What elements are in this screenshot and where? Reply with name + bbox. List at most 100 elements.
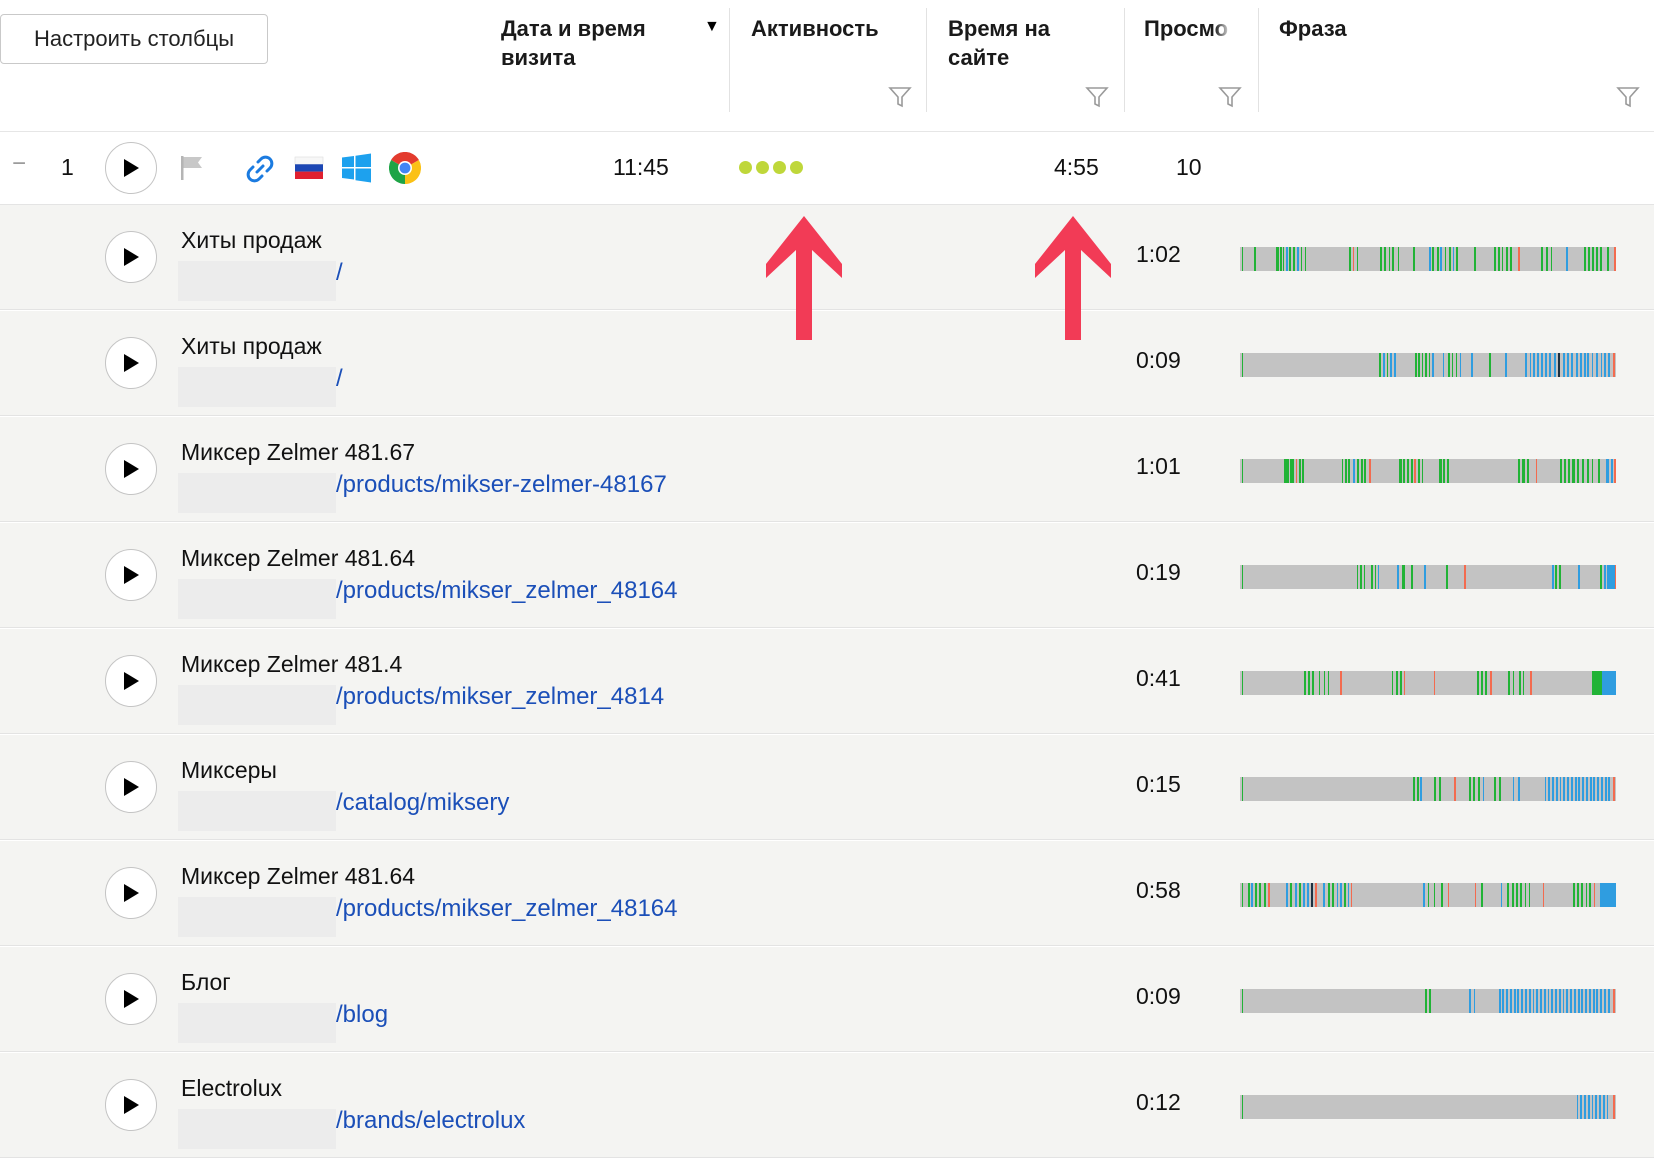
timeline-segment <box>1574 777 1577 801</box>
page-url-link[interactable]: /products/mikser_zelmer_4814 <box>336 683 664 711</box>
play-button[interactable] <box>105 337 157 389</box>
timeline-segment <box>1579 353 1582 377</box>
activity-timeline[interactable] <box>1240 989 1616 1013</box>
timeline-segment <box>1423 565 1426 589</box>
page-title: Хиты продаж <box>181 227 322 253</box>
column-header-activity[interactable]: Активность <box>751 14 921 43</box>
sort-desc-icon[interactable]: ▼ <box>704 18 720 36</box>
hidden-domain-mask <box>178 367 336 407</box>
timeline-segment <box>1603 565 1606 589</box>
play-button[interactable] <box>105 761 157 813</box>
timeline-segment <box>1490 671 1493 695</box>
page-row[interactable]: Миксер Zelmer 481.64/products/mikser_zel… <box>0 523 1654 628</box>
page-row[interactable]: Миксер Zelmer 481.4/products/mikser_zelm… <box>0 629 1654 734</box>
timeline-segment <box>1543 989 1546 1013</box>
play-button[interactable] <box>105 1079 157 1131</box>
page-url-link[interactable]: /products/mikser_zelmer_48164 <box>336 577 678 605</box>
timeline-segment <box>1480 883 1483 907</box>
timeline-segment <box>1551 989 1554 1013</box>
timeline-segment <box>1572 459 1575 483</box>
play-button[interactable] <box>105 655 157 707</box>
timeline-segment <box>1476 671 1480 695</box>
filter-icon[interactable] <box>1085 85 1109 109</box>
timeline-segment <box>1545 247 1548 271</box>
timeline-segment <box>1529 353 1532 377</box>
filter-icon[interactable] <box>1616 85 1640 109</box>
timeline-segment <box>1581 989 1584 1013</box>
timeline-segment <box>1570 989 1572 1013</box>
timeline-segment <box>1468 777 1471 801</box>
play-button[interactable] <box>105 867 157 919</box>
activity-timeline[interactable] <box>1240 777 1616 801</box>
filter-icon[interactable] <box>1218 85 1242 109</box>
play-button[interactable] <box>105 443 157 495</box>
page-row[interactable]: Electrolux/brands/electrolux 0:12 <box>0 1053 1654 1158</box>
play-icon <box>124 159 139 177</box>
activity-timeline[interactable] <box>1240 671 1616 695</box>
timeline-segment <box>1498 989 1501 1013</box>
page-row[interactable]: Миксер Zelmer 481.67/products/mikser-zel… <box>0 417 1654 522</box>
timeline-segment <box>1440 247 1443 271</box>
timeline-segment <box>1498 777 1501 801</box>
timeline-segment <box>1525 353 1528 377</box>
configure-columns-button[interactable]: Настроить столбцы <box>0 14 268 64</box>
timeline-segment <box>1513 989 1516 1013</box>
timeline-segment <box>1427 883 1430 907</box>
column-header-time-on-site[interactable]: Время на сайте <box>948 14 1098 72</box>
timeline-segment <box>1241 459 1244 483</box>
column-header-datetime[interactable]: Дата и время визита <box>501 14 681 72</box>
timeline-segment <box>1356 247 1359 271</box>
page-url-link[interactable]: /blog <box>336 1001 388 1029</box>
timeline-segment <box>1322 883 1325 907</box>
page-title: Миксер Zelmer 481.64 <box>181 545 416 571</box>
timeline-segment <box>1473 989 1476 1013</box>
timeline-segment <box>1414 353 1417 377</box>
filter-icon[interactable] <box>888 85 912 109</box>
page-url-link[interactable]: / <box>336 365 343 393</box>
timeline-segment <box>1456 247 1458 271</box>
play-icon <box>124 354 139 372</box>
page-url-link[interactable]: /brands/electrolux <box>336 1107 525 1135</box>
play-button[interactable] <box>105 142 157 194</box>
timeline-segment <box>1425 989 1428 1013</box>
activity-timeline[interactable] <box>1240 883 1616 907</box>
page-row[interactable]: Миксеры/catalog/miksery 0:15 <box>0 735 1654 840</box>
hidden-domain-mask <box>178 1003 336 1043</box>
timeline-segment <box>1353 459 1356 483</box>
timeline-segment <box>1336 883 1339 907</box>
timeline-segment <box>1443 459 1445 483</box>
play-button[interactable] <box>105 549 157 601</box>
flag-icon[interactable] <box>179 154 205 182</box>
activity-timeline[interactable] <box>1240 1095 1616 1119</box>
activity-timeline[interactable] <box>1240 353 1616 377</box>
column-header-views[interactable]: Просмо <box>1144 14 1232 43</box>
page-row[interactable]: Блог/blog 0:09 <box>0 947 1654 1052</box>
activity-timeline[interactable] <box>1240 565 1616 589</box>
timeline-segment <box>1605 459 1609 483</box>
timeline-segment <box>1369 459 1371 483</box>
timeline-segment <box>1304 247 1307 271</box>
page-url-link[interactable]: /products/mikser_zelmer_48164 <box>336 895 678 923</box>
timeline-segment <box>1527 459 1529 483</box>
visit-row[interactable]: − 1 11:45 4:55 10 <box>0 132 1654 205</box>
page-time: 1:01 <box>1136 453 1181 479</box>
timeline-segment <box>1303 883 1306 907</box>
page-row[interactable]: Миксер Zelmer 481.64/products/mikser_zel… <box>0 841 1654 946</box>
timeline-segment <box>1452 247 1455 271</box>
activity-timeline[interactable] <box>1240 247 1616 271</box>
timeline-segment <box>1308 671 1310 695</box>
activity-timeline[interactable] <box>1240 459 1616 483</box>
column-header-phrase[interactable]: Фраза <box>1279 14 1347 43</box>
timeline-segment <box>1474 883 1477 907</box>
page-url-link[interactable]: / <box>336 259 343 287</box>
page-time: 0:41 <box>1136 665 1181 691</box>
timeline-segment <box>1508 671 1510 695</box>
play-button[interactable] <box>105 973 157 1025</box>
timeline-segment <box>1600 353 1603 377</box>
collapse-icon[interactable]: − <box>12 150 26 178</box>
page-url-link[interactable]: /products/mikser-zelmer-48167 <box>336 471 667 499</box>
page-title: Electrolux <box>181 1075 282 1101</box>
play-button[interactable] <box>105 231 157 283</box>
page-url-link[interactable]: /catalog/miksery <box>336 789 509 817</box>
link-icon[interactable] <box>245 154 275 184</box>
